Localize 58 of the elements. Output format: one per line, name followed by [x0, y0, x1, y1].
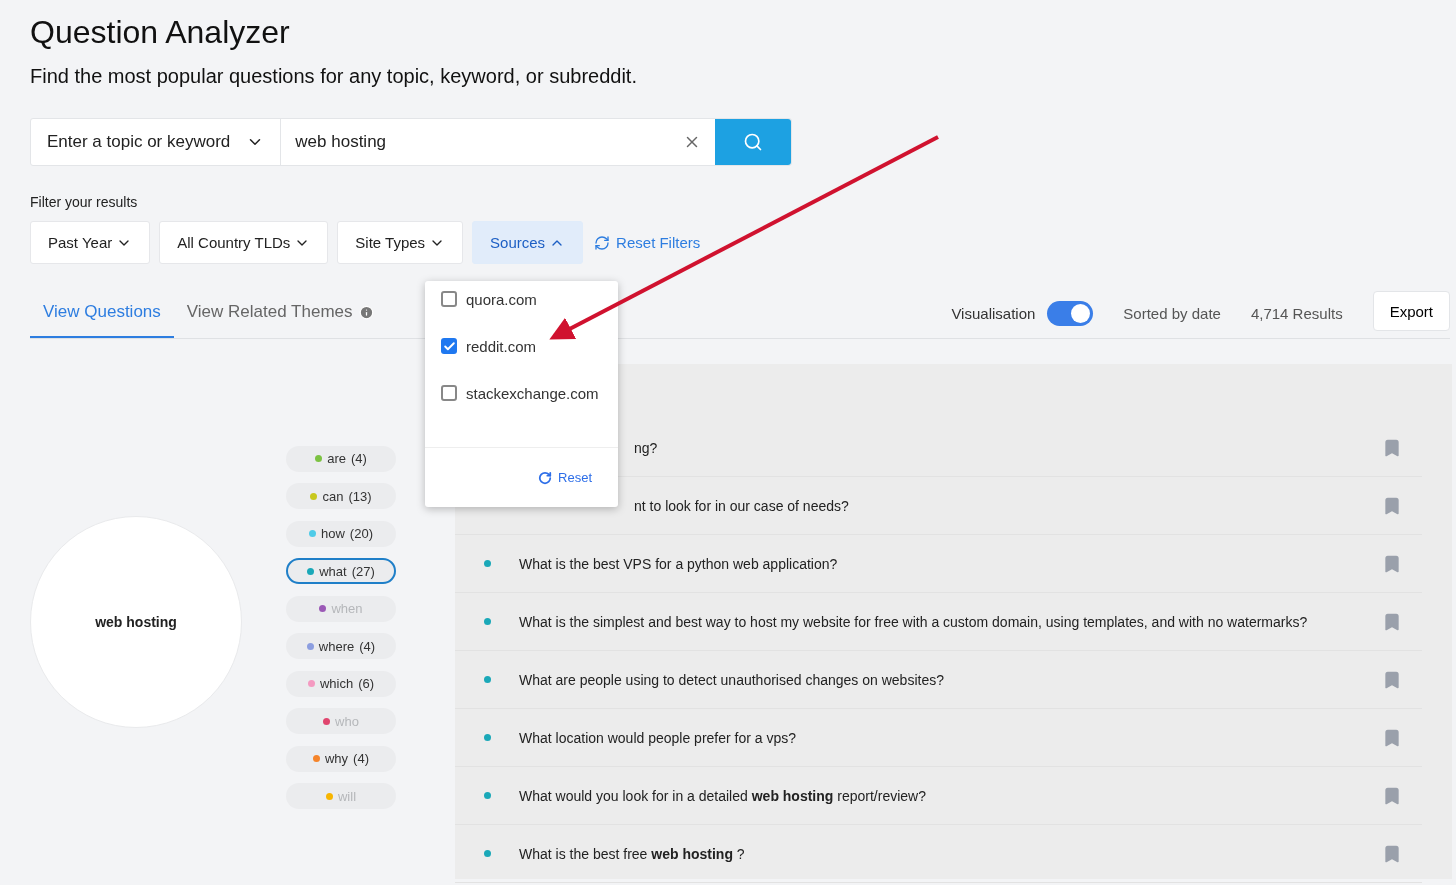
question-word-chip[interactable]: can (13) [286, 483, 396, 510]
question-word-chip[interactable]: which (6) [286, 670, 396, 697]
filter-dropdown-button[interactable]: Sources [472, 221, 584, 264]
question-word-chip[interactable]: why (4) [286, 745, 396, 772]
bullet-dot [484, 618, 491, 625]
question-text: What location would people prefer for a vps? [519, 729, 797, 746]
question-text: What would you look for in a detailed web hosting report/review? [519, 787, 926, 804]
checkbox[interactable] [441, 338, 457, 354]
search-icon [743, 132, 763, 152]
question-word-chip[interactable]: how (20) [286, 520, 396, 547]
bookmark-icon[interactable] [1382, 669, 1402, 690]
bookmark-icon[interactable] [1382, 611, 1402, 632]
question-word-chip[interactable]: what (27) [286, 558, 396, 585]
tab[interactable]: View Related Themes [173, 288, 387, 338]
bookmark-icon[interactable] [1382, 437, 1402, 458]
question-text: What is the best free web hosting ? [519, 845, 745, 862]
sort-label: Sorted by date [1123, 304, 1221, 322]
filter-dropdown-button[interactable]: Site Types [337, 221, 464, 264]
page-title: Question Analyzer [30, 14, 291, 51]
tab[interactable]: View Questions [30, 288, 174, 338]
refresh-icon [594, 234, 611, 251]
results-count: 4,714 Results [1250, 304, 1343, 322]
bullet-dot [484, 676, 491, 683]
visualisation-label: Visualisation [951, 304, 1036, 322]
question-word-chip[interactable]: where (4) [286, 633, 396, 660]
search-button[interactable] [715, 119, 791, 165]
source-option[interactable]: stackexchange.com [441, 383, 602, 403]
refresh-icon [538, 470, 553, 485]
question-word-chip[interactable]: are (4) [286, 445, 396, 472]
bookmark-icon[interactable] [1382, 495, 1402, 516]
bookmark-icon[interactable] [1382, 785, 1402, 806]
filter-label: Filter your results [30, 194, 139, 210]
question-text: What is the simplest and best way to host my website for free with a custom domain, using templates, and with no watermarks? [519, 613, 1308, 630]
bookmark-icon[interactable] [1382, 727, 1402, 748]
filter-dropdown-button[interactable]: Past Year [30, 221, 151, 264]
question-text: What is the best VPS for a python web application? [519, 555, 838, 572]
bullet-dot [484, 792, 491, 799]
bullet-dot [484, 734, 491, 741]
checkbox[interactable] [441, 385, 457, 401]
bookmark-icon[interactable] [1382, 843, 1402, 864]
question-text: What are people using to detect unauthorised changes on websites? [519, 671, 944, 688]
topic-bubble: web hosting [30, 515, 242, 728]
reset-filters-link[interactable]: Reset Filters [594, 234, 701, 251]
search-mode-select[interactable]: Enter a topic or keyword [31, 119, 282, 165]
visualisation-toggle[interactable] [1047, 300, 1094, 326]
checkbox[interactable] [441, 291, 457, 307]
export-button[interactable]: Export [1372, 291, 1450, 331]
search-field[interactable]: web hosting [281, 119, 715, 165]
page-subtitle: Find the most popular questions for any topic, keyword, or subreddit. [30, 65, 638, 88]
bullet-dot [484, 560, 491, 567]
filter-dropdown-button[interactable]: All Country TLDs [159, 221, 329, 264]
source-option[interactable]: reddit.com [441, 336, 602, 356]
reset-link[interactable]: Reset [538, 470, 592, 485]
bookmark-icon[interactable] [1382, 553, 1402, 574]
source-option[interactable]: quora.com [441, 289, 602, 309]
bullet-dot [484, 850, 491, 857]
question-text: ng? [634, 439, 658, 456]
question-text: nt to look for in our case of needs? [634, 497, 849, 514]
